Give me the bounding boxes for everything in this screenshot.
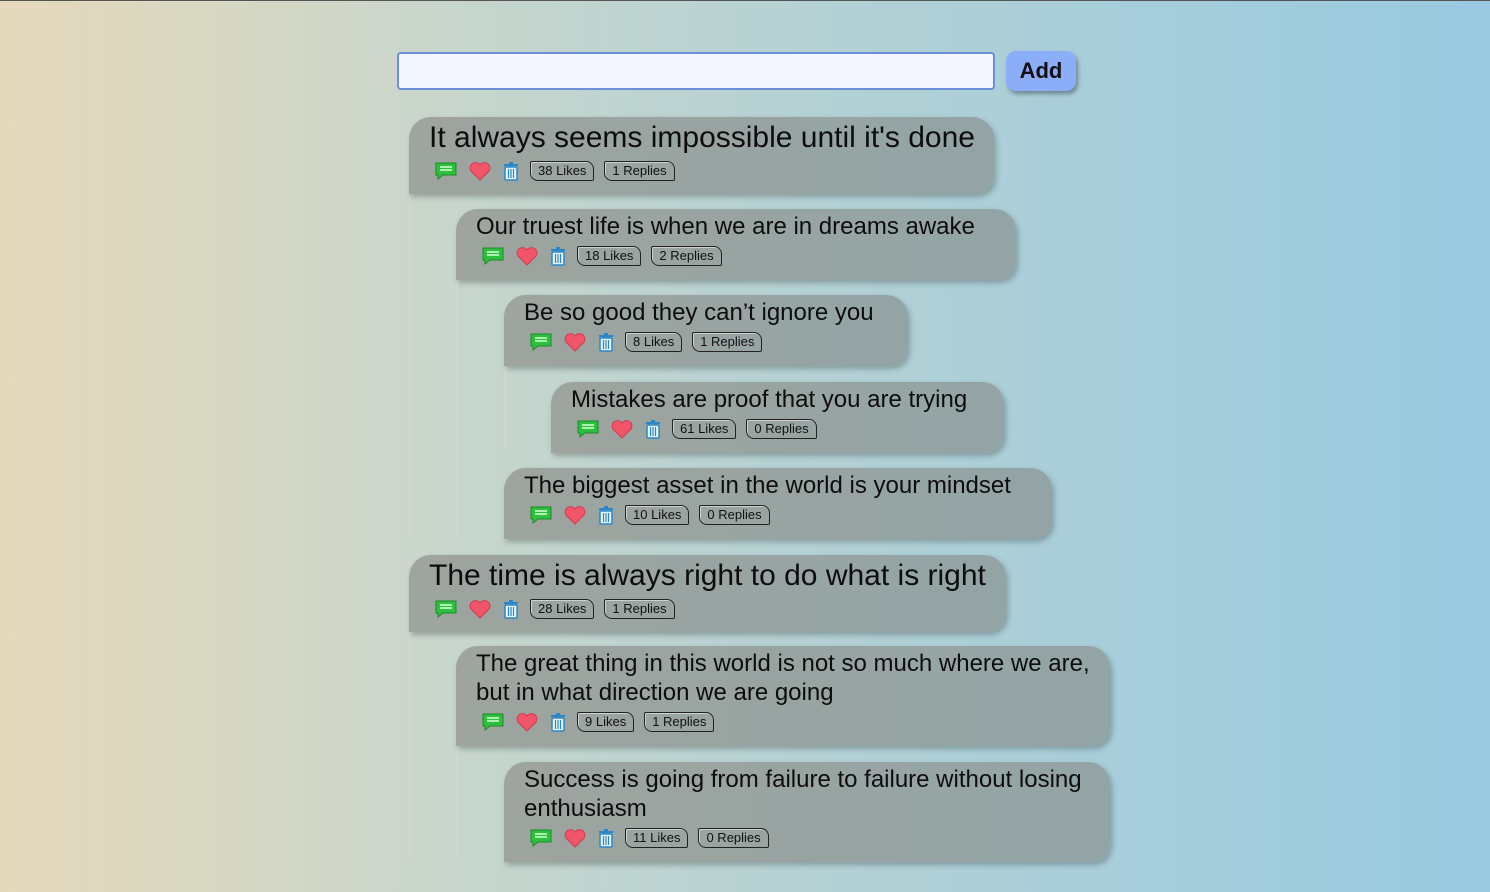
comment-actions: 8 Likes 1 Replies [529,330,888,354]
likes-count-button[interactable]: 9 Likes [577,712,635,732]
replies-count-button[interactable]: 2 Replies [651,246,722,266]
comment-text: Success is going from failure to failure… [524,766,1082,822]
comment-card: Our truest life is when we are in dreams… [456,209,1016,280]
reply-bubble-icon[interactable] [529,505,553,525]
replies-count-button[interactable]: 0 Replies [699,505,770,525]
reply-bubble-icon[interactable] [576,419,600,439]
trash-icon[interactable] [549,245,567,267]
reply-bubble-icon[interactable] [481,712,505,732]
reply-bubble-icon[interactable] [434,161,458,181]
comment-text: Mistakes are proof that you are trying [571,386,968,413]
comment-card: The great thing in this world is not so … [456,646,1110,746]
heart-icon[interactable] [563,827,587,849]
comment-text: Our truest life is when we are in dreams… [476,213,975,240]
replies-count-button[interactable]: 1 Replies [604,599,675,619]
comment-card: The time is always right to do what is r… [409,555,1006,632]
reply-bubble-icon[interactable] [529,332,553,352]
likes-count-button[interactable]: 8 Likes [625,332,683,352]
trash-icon[interactable] [549,711,567,733]
heart-icon[interactable] [515,245,539,267]
thread-line [456,279,458,535]
comment-text: The time is always right to do what is r… [429,559,986,592]
reply-bubble-icon[interactable] [529,828,553,848]
replies-count-button[interactable]: 1 Replies [644,712,715,732]
heart-icon[interactable] [563,331,587,353]
comment-card: It always seems impossible until it's do… [409,117,994,194]
heart-icon[interactable] [563,504,587,526]
comment-text: The great thing in this world is not so … [476,650,1090,706]
comment-actions: 28 Likes 1 Replies [434,597,986,621]
thread-line [409,193,411,535]
trash-icon[interactable] [597,827,615,849]
trash-icon[interactable] [502,598,520,620]
thread-line [456,746,458,858]
likes-count-button[interactable]: 18 Likes [577,246,642,266]
likes-count-button[interactable]: 61 Likes [672,419,737,439]
comment-input[interactable] [397,52,995,90]
trash-icon[interactable] [597,504,615,526]
heart-icon[interactable] [515,711,539,733]
comment-actions: 9 Likes 1 Replies [481,710,1090,734]
heart-icon[interactable] [468,598,492,620]
thread-line [504,365,506,449]
likes-count-button[interactable]: 11 Likes [625,828,689,848]
comment-card: Mistakes are proof that you are trying 6… [551,382,1004,453]
heart-icon[interactable] [468,160,492,182]
reply-bubble-icon[interactable] [481,246,505,266]
likes-count-button[interactable]: 38 Likes [530,161,595,181]
comment-card: The biggest asset in the world is your m… [504,468,1052,539]
comment-text: It always seems impossible until it's do… [429,121,975,154]
trash-icon[interactable] [597,331,615,353]
trash-icon[interactable] [644,418,662,440]
reply-bubble-icon[interactable] [434,599,458,619]
comment-actions: 61 Likes 0 Replies [576,417,984,441]
replies-count-button[interactable]: 1 Replies [692,332,763,352]
comment-actions: 38 Likes 1 Replies [434,159,974,183]
replies-count-button[interactable]: 0 Replies [746,419,817,439]
likes-count-button[interactable]: 10 Likes [625,505,690,525]
replies-count-button[interactable]: 0 Replies [698,828,769,848]
likes-count-button[interactable]: 28 Likes [530,599,595,619]
comment-text: The biggest asset in the world is your m… [524,472,1011,499]
heart-icon[interactable] [610,418,634,440]
comment-card: Be so good they can’t ignore you 8 Likes… [504,295,908,366]
comment-actions: 10 Likes 0 Replies [529,503,1032,527]
add-button[interactable]: Add [1006,51,1076,91]
comment-actions: 11 Likes 0 Replies [529,826,1090,850]
thread-line [409,631,411,858]
replies-count-button[interactable]: 1 Replies [604,161,675,181]
trash-icon[interactable] [502,160,520,182]
comment-card: Success is going from failure to failure… [504,762,1110,862]
comment-text: Be so good they can’t ignore you [524,299,874,326]
comment-actions: 18 Likes 2 Replies [481,244,996,268]
